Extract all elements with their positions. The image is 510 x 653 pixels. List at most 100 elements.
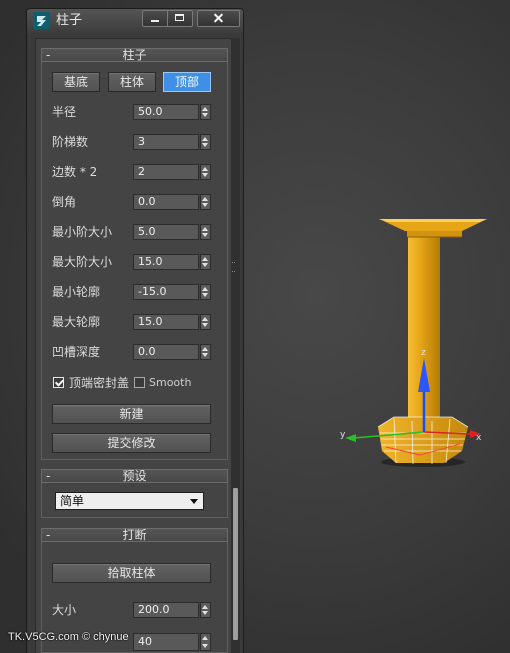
close-button[interactable] bbox=[197, 10, 240, 27]
gizmo-x-label: x bbox=[476, 433, 482, 443]
spinner-up-icon[interactable] bbox=[202, 636, 208, 640]
spinner-down-icon[interactable] bbox=[202, 143, 208, 147]
rollout-header-presets[interactable]: - 预设 bbox=[41, 469, 228, 483]
spinner-up-icon[interactable] bbox=[202, 347, 208, 351]
rollout-body-column: 基底 柱体 顶部 半径 50.0 阶梯数 3 边数 * 2 2 倒角 0.0 最… bbox=[41, 62, 228, 460]
spinner-arrows[interactable] bbox=[200, 602, 211, 618]
spinner-up-icon[interactable] bbox=[202, 317, 208, 321]
rollout-collapse-toggle[interactable]: - bbox=[46, 48, 50, 62]
spinner-down-icon[interactable] bbox=[202, 644, 208, 648]
param-label: 最大阶大小 bbox=[52, 255, 113, 269]
gizmo-z-label: z bbox=[421, 348, 426, 358]
param-label: 最小轮廓 bbox=[52, 285, 101, 299]
create-button[interactable]: 新建 bbox=[52, 404, 211, 424]
param-row-chamfer: 倒角 0.0 bbox=[41, 194, 228, 210]
tab-base[interactable]: 基底 bbox=[52, 72, 100, 92]
min-profile-spinner-field[interactable]: -15.0 bbox=[133, 284, 199, 300]
spinner-down-icon[interactable] bbox=[202, 323, 208, 327]
spinner-down-icon[interactable] bbox=[202, 203, 208, 207]
smooth-checkbox[interactable] bbox=[134, 377, 145, 388]
viewport-scene[interactable]: z x y bbox=[330, 200, 500, 480]
param-label: 边数 * 2 bbox=[52, 165, 98, 179]
smooth-label: Smooth bbox=[149, 376, 192, 389]
max-step-size-spinner-field[interactable]: 15.0 bbox=[133, 254, 199, 270]
rollout-title: 打断 bbox=[122, 528, 147, 542]
rollout-title: 预设 bbox=[122, 469, 147, 483]
param-row-max-step-size: 最大阶大小 15.0 bbox=[41, 254, 228, 270]
preset-dropdown[interactable]: 简单 bbox=[55, 492, 204, 510]
spinner-up-icon[interactable] bbox=[202, 227, 208, 231]
cap-top-checkbox[interactable] bbox=[53, 377, 64, 388]
chevron-down-icon[interactable] bbox=[190, 499, 198, 504]
rollout-header-column[interactable]: - 柱子 bbox=[41, 48, 228, 62]
spinner-arrows[interactable] bbox=[200, 104, 211, 120]
scrollbar-thumb[interactable] bbox=[233, 488, 238, 640]
rollout-collapse-toggle[interactable]: - bbox=[46, 469, 50, 483]
radius-spinner-field[interactable]: 50.0 bbox=[133, 104, 199, 120]
param-row-size: 大小 200.0 bbox=[41, 602, 228, 618]
spinner-arrows[interactable] bbox=[200, 134, 211, 150]
steps-spinner-field[interactable]: 3 bbox=[133, 134, 199, 150]
spinner-down-icon[interactable] bbox=[202, 173, 208, 177]
column-dialog: 柱子 - 柱子 基底 柱体 顶部 半径 50.0 阶梯数 3 边数 * 2 2 … bbox=[26, 8, 244, 653]
spinner-arrows[interactable] bbox=[200, 224, 211, 240]
spinner-down-icon[interactable] bbox=[202, 293, 208, 297]
spinner-arrows[interactable] bbox=[200, 194, 211, 210]
param-row-groove-depth: 凹槽深度 0.0 bbox=[41, 344, 228, 360]
chamfer-spinner-field[interactable]: 0.0 bbox=[133, 194, 199, 210]
groove-depth-spinner-field[interactable]: 0.0 bbox=[133, 344, 199, 360]
sides-spinner-field[interactable]: 2 bbox=[133, 164, 199, 180]
tab-top[interactable]: 顶部 bbox=[163, 72, 211, 92]
spinner-arrows[interactable] bbox=[200, 254, 211, 270]
vertical-scrollbar[interactable] bbox=[231, 38, 240, 653]
param-row-min-profile: 最小轮廓 -15.0 bbox=[41, 284, 228, 300]
gizmo-y-label: y bbox=[340, 430, 346, 440]
spinner-down-icon[interactable] bbox=[202, 113, 208, 117]
spinner-up-icon[interactable] bbox=[202, 605, 208, 609]
spinner-down-icon[interactable] bbox=[202, 353, 208, 357]
spinner-arrows[interactable] bbox=[200, 344, 211, 360]
apply-changes-button[interactable]: 提交修改 bbox=[52, 433, 211, 453]
minimize-icon bbox=[151, 20, 159, 22]
spinner-up-icon[interactable] bbox=[202, 107, 208, 111]
spinner-up-icon[interactable] bbox=[202, 257, 208, 261]
spinner-up-icon[interactable] bbox=[202, 137, 208, 141]
spinner-up-icon[interactable] bbox=[202, 287, 208, 291]
spinner-up-icon[interactable] bbox=[202, 167, 208, 171]
max-profile-spinner-field[interactable]: 15.0 bbox=[133, 314, 199, 330]
spinner-down-icon[interactable] bbox=[202, 263, 208, 267]
param-label: 最大轮廓 bbox=[52, 315, 101, 329]
param-row-radius: 半径 50.0 bbox=[41, 104, 228, 120]
param-label: 倒角 bbox=[52, 195, 77, 209]
size-spinner-field[interactable]: 200.0 bbox=[133, 602, 199, 618]
rollout-header-break[interactable]: - 打断 bbox=[41, 528, 228, 542]
spinner-arrows[interactable] bbox=[200, 633, 211, 651]
spinner-arrows[interactable] bbox=[200, 284, 211, 300]
minimize-button[interactable] bbox=[143, 11, 168, 26]
tab-shaft[interactable]: 柱体 bbox=[108, 72, 156, 92]
panel-grip-icon[interactable] bbox=[232, 262, 235, 272]
column-top-plate-face bbox=[379, 219, 487, 222]
param-row-sides: 边数 * 2 2 bbox=[41, 164, 228, 180]
pick-column-button[interactable]: 拾取柱体 bbox=[52, 563, 211, 583]
partial-spinner-field[interactable]: 40 bbox=[133, 633, 199, 651]
spinner-arrows[interactable] bbox=[200, 314, 211, 330]
spinner-up-icon[interactable] bbox=[202, 197, 208, 201]
param-label: 阶梯数 bbox=[52, 135, 89, 149]
param-row-steps: 阶梯数 3 bbox=[41, 134, 228, 150]
close-icon bbox=[213, 13, 224, 24]
min-step-size-spinner-field[interactable]: 5.0 bbox=[133, 224, 199, 240]
watermark: TK.V5CG.com © chynue bbox=[8, 631, 129, 643]
column-cap[interactable] bbox=[407, 230, 462, 237]
spinner-down-icon[interactable] bbox=[202, 233, 208, 237]
3ds-max-logo-icon bbox=[33, 12, 50, 29]
preset-dropdown-value: 简单 bbox=[60, 494, 85, 508]
spinner-down-icon[interactable] bbox=[202, 611, 208, 615]
maximize-button[interactable] bbox=[168, 11, 192, 26]
param-row-max-profile: 最大轮廓 15.0 bbox=[41, 314, 228, 330]
title-bar[interactable]: 柱子 bbox=[27, 9, 243, 33]
rollout-body-presets: 简单 bbox=[41, 483, 228, 518]
rollout-collapse-toggle[interactable]: - bbox=[46, 528, 50, 542]
spinner-arrows[interactable] bbox=[200, 164, 211, 180]
param-label: 最小阶大小 bbox=[52, 225, 113, 239]
